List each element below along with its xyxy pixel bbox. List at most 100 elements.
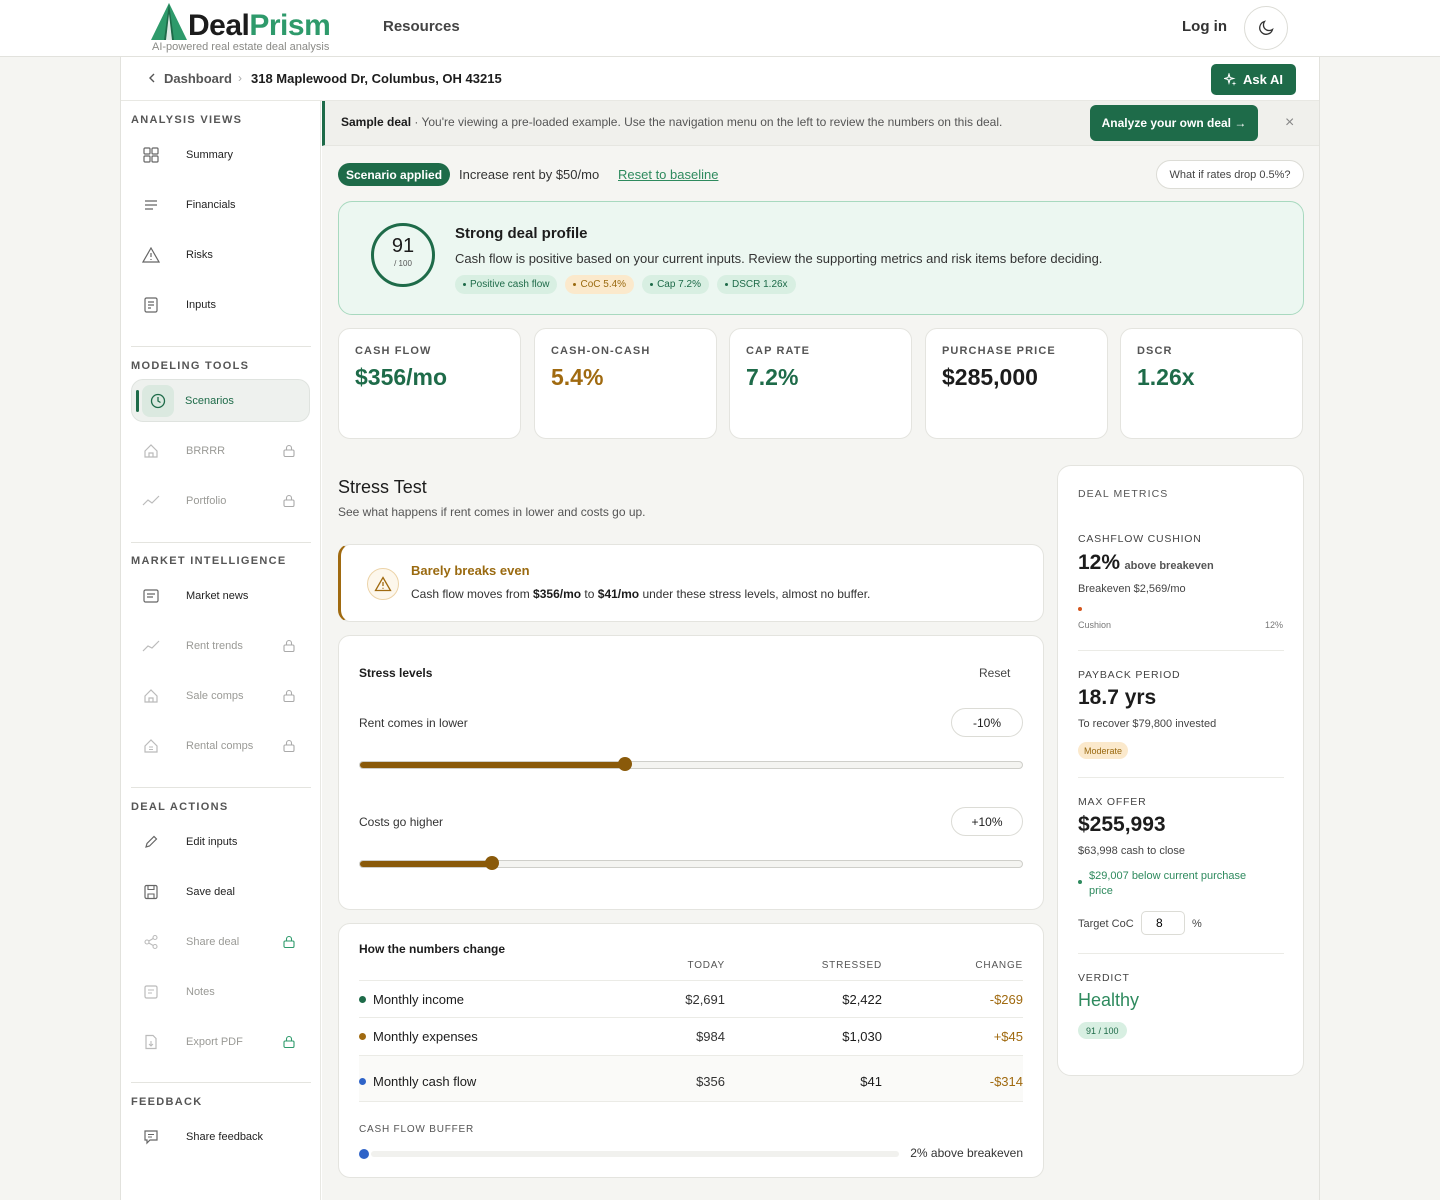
chevron-left-icon[interactable] xyxy=(147,72,157,84)
tag-dscr: DSCR 1.26x xyxy=(716,275,796,294)
sidebar-item-brrrr[interactable]: BRRRR xyxy=(131,430,311,472)
close-icon[interactable]: × xyxy=(1285,114,1294,132)
sidebar-item-share-deal[interactable]: Share deal xyxy=(131,921,311,963)
tag-label: Positive cash flow xyxy=(470,279,550,290)
save-icon xyxy=(133,884,169,900)
slider-handle[interactable] xyxy=(485,856,500,870)
max-offer-value: $255,993 xyxy=(1078,813,1166,836)
sidebar-item-financials[interactable]: Financials xyxy=(131,184,311,226)
row-stressed: $1,030 xyxy=(842,1029,882,1044)
sidebar-item-rental-comps[interactable]: Rental comps xyxy=(131,725,311,767)
table-row: Monthly income $2,691 $2,422 -$269 xyxy=(359,980,1023,1018)
trend-line-icon xyxy=(133,494,169,508)
metrics-divider xyxy=(1078,777,1284,778)
kpi-label: CAP RATE xyxy=(746,345,811,357)
sidebar-item-sale-comps[interactable]: Sale comps xyxy=(131,675,311,717)
sidebar-item-save-deal[interactable]: Save deal xyxy=(131,871,311,913)
sidebar-item-label: Share feedback xyxy=(186,1131,264,1143)
scenario-description: Increase rent by $50/mo xyxy=(459,167,600,182)
section-title-analysis: ANALYSIS VIEWS xyxy=(131,114,243,126)
house-icon xyxy=(133,688,169,704)
buffer-track xyxy=(371,1151,899,1157)
rent-value-pill[interactable]: -10% xyxy=(951,708,1023,737)
pencil-icon xyxy=(133,834,169,850)
kpi-value: $285,000 xyxy=(942,364,1038,390)
nav-resources-link[interactable]: Resources xyxy=(383,18,460,35)
alert-text: under these stress levels, almost no buf… xyxy=(639,587,871,601)
cushion-value-line: 12% above breakeven xyxy=(1078,551,1214,575)
banner-label: Sample deal xyxy=(341,115,412,129)
metrics-divider xyxy=(1078,650,1284,651)
sidebar-divider xyxy=(131,787,311,788)
sidebar-item-inputs[interactable]: Inputs xyxy=(131,284,311,326)
sidebar-item-rent-trends[interactable]: Rent trends xyxy=(131,625,311,667)
sidebar-item-share-feedback[interactable]: Share feedback xyxy=(131,1116,311,1158)
slider-fill xyxy=(360,861,493,867)
sidebar-item-portfolio[interactable]: Portfolio xyxy=(131,480,311,522)
prism-logo-icon[interactable] xyxy=(150,2,188,42)
sidebar-item-risks[interactable]: Risks xyxy=(131,234,311,276)
verdict-value: Healthy xyxy=(1078,990,1140,1010)
what-if-suggestion-button[interactable]: What if rates drop 0.5%? xyxy=(1156,160,1304,189)
analyze-own-deal-button[interactable]: Analyze your own deal → xyxy=(1090,105,1258,141)
sidebar-item-label: Sale comps xyxy=(186,690,244,702)
reset-to-baseline-link[interactable]: Reset to baseline xyxy=(618,167,718,182)
chat-bubble-icon xyxy=(133,1129,169,1145)
sidebar-item-summary[interactable]: Summary xyxy=(131,134,311,176)
kpi-value: $356/mo xyxy=(355,364,448,390)
breadcrumb-dashboard-link[interactable]: Dashboard xyxy=(164,71,232,86)
sidebar-item-export-pdf[interactable]: Export PDF xyxy=(131,1021,311,1063)
warning-triangle-icon xyxy=(367,568,399,600)
row-change: -$269 xyxy=(989,992,1023,1007)
alert-from-value: $356/mo xyxy=(533,587,582,601)
share-icon xyxy=(133,934,169,950)
scenario-applied-badge: Scenario applied xyxy=(338,163,451,186)
score-denominator: / 100 xyxy=(394,259,412,268)
verdict-badge: 91 / 100 xyxy=(1078,1022,1127,1039)
sidebar-divider xyxy=(131,346,311,347)
cushion-bar-label: Cushion xyxy=(1078,620,1112,630)
buffer-marker xyxy=(359,1149,369,1159)
sidebar-item-label: Save deal xyxy=(186,886,235,898)
brand-logo[interactable]: DealPrism xyxy=(188,6,331,46)
cost-value-pill[interactable]: +10% xyxy=(951,807,1023,836)
target-coc-input[interactable] xyxy=(1141,911,1185,935)
sidebar-item-edit-inputs[interactable]: Edit inputs xyxy=(131,821,311,863)
theme-toggle-button[interactable] xyxy=(1244,6,1288,50)
sidebar-item-label: Financials xyxy=(186,199,236,211)
slider-handle[interactable] xyxy=(617,757,632,771)
moon-icon xyxy=(1258,20,1274,36)
sidebar-item-scenarios[interactable]: Scenarios xyxy=(131,379,310,422)
rent-slider[interactable] xyxy=(359,757,1023,771)
column-header-stressed: STRESSED xyxy=(821,960,882,971)
slider-fill xyxy=(360,762,625,768)
kpi-card-cash-on-cash: CASH-ON-CASH 5.4% xyxy=(534,328,717,439)
lock-icon xyxy=(283,494,295,507)
rent-slider-label: Rent comes in lower xyxy=(359,716,468,730)
kpi-card-dscr: DSCR 1.26x xyxy=(1120,328,1303,439)
payback-label: PAYBACK PERIOD xyxy=(1078,669,1181,681)
banner-text: Sample deal · You're viewing a pre-loade… xyxy=(341,115,1002,129)
lock-icon xyxy=(283,739,295,752)
sidebar-item-market-news[interactable]: Market news xyxy=(131,575,311,617)
max-offer-subtext: $63,998 cash to close xyxy=(1078,845,1186,857)
section-title-market: MARKET INTELLIGENCE xyxy=(131,555,287,567)
row-today: $2,691 xyxy=(685,992,725,1007)
lock-icon xyxy=(283,1035,295,1048)
breakeven-text: Breakeven $2,569/mo xyxy=(1078,583,1186,595)
sample-deal-banner: Sample deal · You're viewing a pre-loade… xyxy=(322,101,1319,146)
deal-score-card: 91 / 100 Strong deal profile Cash flow i… xyxy=(338,201,1304,315)
sidebar-item-notes[interactable]: Notes xyxy=(131,971,311,1013)
ask-ai-button[interactable]: Ask AI xyxy=(1211,64,1296,95)
stress-levels-card: Stress levels Reset Rent comes in lower … xyxy=(338,635,1044,910)
reset-stress-button[interactable]: Reset xyxy=(979,666,1010,680)
row-name: Monthly expenses xyxy=(373,1029,478,1044)
cost-slider[interactable] xyxy=(359,856,1023,870)
note-dot xyxy=(1078,880,1082,884)
section-title-actions: DEAL ACTIONS xyxy=(131,801,229,813)
deal-metrics-panel: DEAL METRICS CASHFLOW CUSHION 12% above … xyxy=(1057,465,1304,1076)
login-link[interactable]: Log in xyxy=(1182,18,1227,35)
row-today: $984 xyxy=(696,1029,725,1044)
table-title: How the numbers change xyxy=(359,942,506,956)
section-title-modeling: MODELING TOOLS xyxy=(131,360,250,372)
